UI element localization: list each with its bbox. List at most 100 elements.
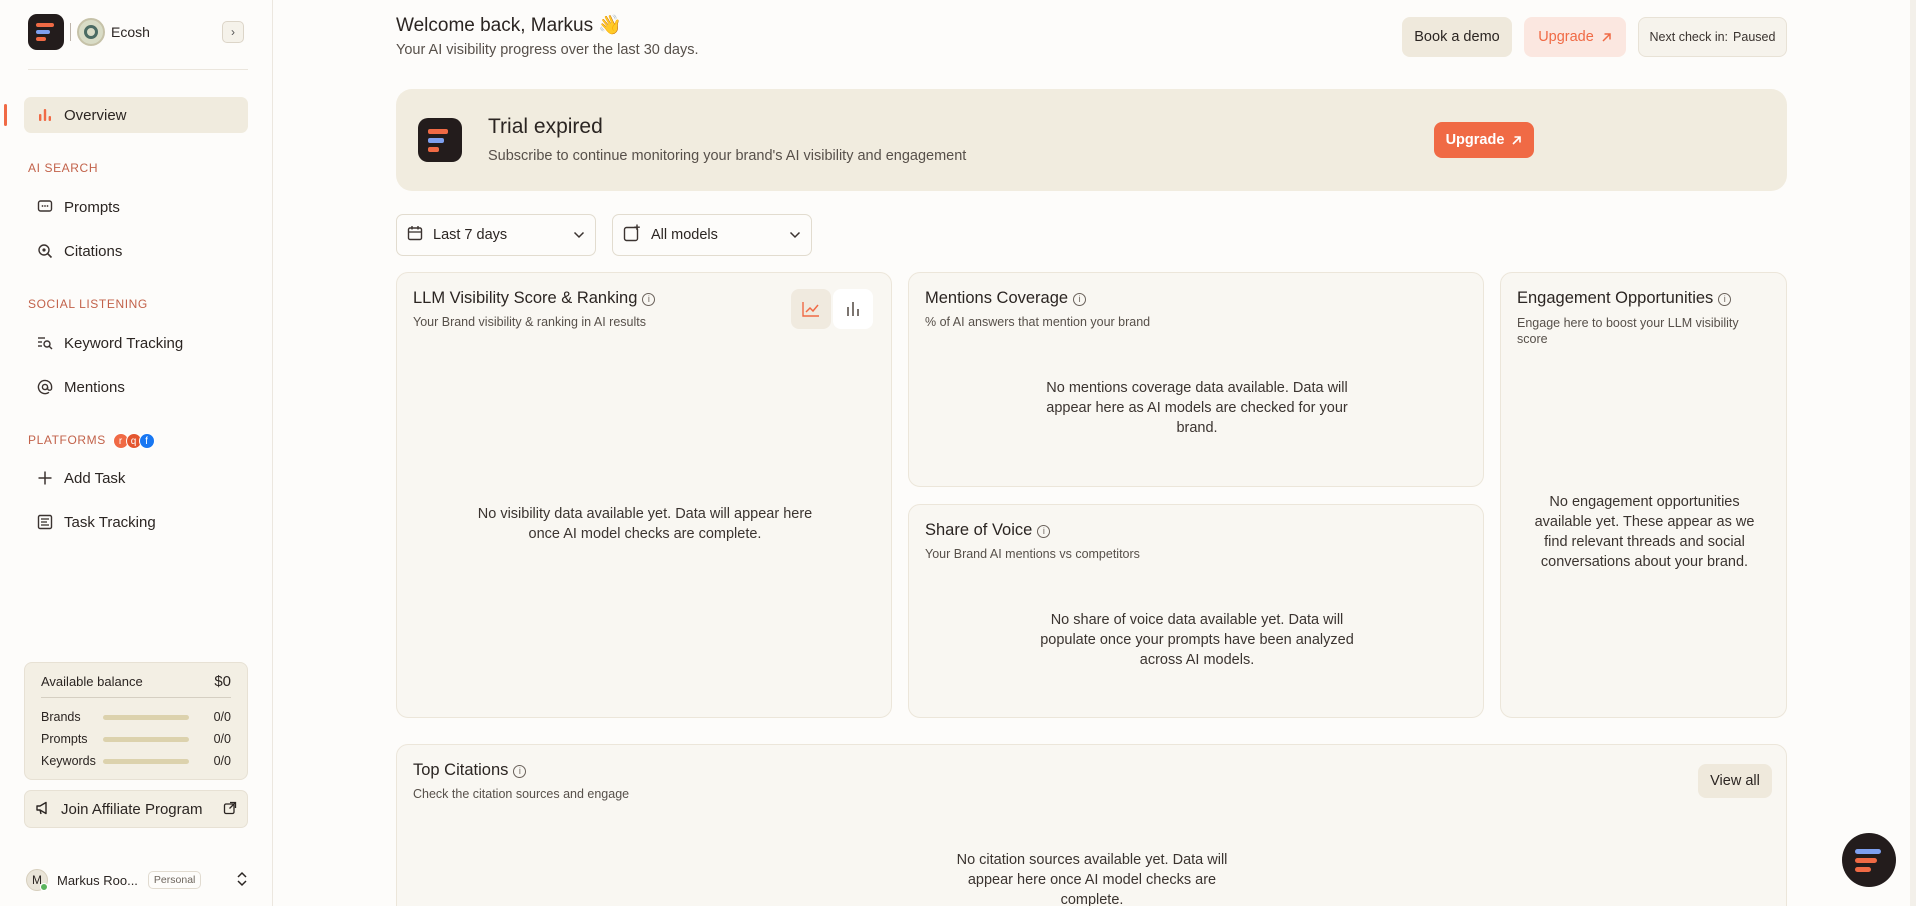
affiliate-label: Join Affiliate Program bbox=[61, 800, 203, 818]
arrow-up-right-icon bbox=[1511, 135, 1522, 146]
sidebar-item-keyword-tracking[interactable]: Keyword Tracking bbox=[24, 325, 248, 361]
add-model-icon bbox=[623, 224, 641, 246]
trial-title: Trial expired bbox=[488, 115, 603, 138]
usage-value: 0/0 bbox=[213, 754, 231, 768]
balance-amount: $0 bbox=[214, 673, 231, 690]
message-square-icon bbox=[36, 198, 54, 216]
usage-row-keywords: Keywords 0/0 bbox=[41, 750, 231, 772]
section-label-ai-search: AI SEARCH bbox=[28, 161, 99, 175]
card-title: Engagement Opportunities i bbox=[1517, 289, 1732, 308]
divider bbox=[70, 23, 71, 41]
sidebar-item-overview[interactable]: Overview bbox=[24, 97, 248, 133]
view-all-button[interactable]: View all bbox=[1698, 764, 1772, 798]
main-content: Welcome back, Markus 👋 Your AI visibilit… bbox=[274, 0, 1916, 906]
platforms-label: PLATFORMS bbox=[28, 433, 106, 448]
info-icon[interactable]: i bbox=[1073, 292, 1087, 306]
active-indicator bbox=[4, 104, 7, 126]
mentions-coverage-card: Mentions Coverage i % of AI answers that … bbox=[908, 272, 1484, 487]
sidebar-item-label: Prompts bbox=[64, 198, 120, 216]
section-label-social-listening: SOCIAL LISTENING bbox=[28, 297, 148, 311]
sidebar-item-label: Task Tracking bbox=[64, 513, 156, 531]
join-affiliate-button[interactable]: Join Affiliate Program bbox=[24, 790, 248, 828]
card-title-text: Mentions Coverage bbox=[925, 289, 1069, 307]
plus-icon bbox=[36, 469, 54, 487]
card-subtitle: Your Brand AI mentions vs competitors bbox=[925, 547, 1140, 561]
trial-upgrade-button[interactable]: Upgrade bbox=[1434, 122, 1534, 158]
arrow-up-right-icon bbox=[1601, 32, 1612, 43]
empty-state: No citation sources available yet. Data … bbox=[956, 852, 1228, 906]
page-subtitle: Your AI visibility progress over the las… bbox=[396, 42, 699, 58]
card-title: Share of Voice i bbox=[925, 521, 1051, 540]
models-value: All models bbox=[651, 227, 718, 243]
sidebar-item-prompts[interactable]: Prompts bbox=[24, 189, 248, 225]
engagement-opportunities-card: Engagement Opportunities i Engage here to… bbox=[1500, 272, 1787, 718]
card-title-text: LLM Visibility Score & Ranking bbox=[413, 289, 638, 307]
search-citation-icon bbox=[36, 242, 54, 260]
balance-panel: Available balance $0 Brands 0/0 Prompts … bbox=[24, 662, 248, 780]
chevron-down-icon bbox=[573, 228, 585, 242]
info-icon[interactable]: i bbox=[1037, 524, 1051, 538]
trial-expired-banner: Trial expired Subscribe to continue moni… bbox=[396, 89, 1787, 191]
sidebar-item-label: Mentions bbox=[64, 378, 125, 396]
visibility-score-card: LLM Visibility Score & Ranking i Your Bra… bbox=[396, 272, 892, 718]
upgrade-button[interactable]: Upgrade bbox=[1524, 17, 1626, 57]
section-label-platforms: PLATFORMS r q f bbox=[28, 433, 155, 449]
next-check-label: Next check in: bbox=[1649, 30, 1729, 44]
sidebar-item-label: Keyword Tracking bbox=[64, 334, 184, 352]
info-icon[interactable]: i bbox=[513, 764, 527, 778]
top-citations-card: Top Citations i Check the citation source… bbox=[396, 744, 1787, 906]
next-check-value: Paused bbox=[1733, 30, 1776, 44]
empty-state: No engagement opportunities available ye… bbox=[1534, 494, 1755, 570]
chevron-down-icon bbox=[789, 228, 801, 242]
scrollbar[interactable] bbox=[1910, 0, 1916, 906]
line-chart-icon[interactable] bbox=[791, 289, 831, 329]
card-title: Top Citations i bbox=[413, 761, 527, 780]
app-logo bbox=[418, 118, 462, 162]
page-title: Welcome back, Markus 👋 bbox=[396, 15, 623, 36]
trial-subtitle: Subscribe to continue monitoring your br… bbox=[488, 148, 967, 164]
usage-label: Keywords bbox=[41, 754, 96, 768]
collapse-sidebar-button[interactable]: › bbox=[222, 21, 244, 43]
book-demo-button[interactable]: Book a demo bbox=[1402, 17, 1512, 57]
avatar: M bbox=[26, 869, 48, 891]
platform-icons: r q f bbox=[112, 433, 155, 449]
external-link-icon bbox=[223, 801, 237, 818]
info-icon[interactable]: i bbox=[642, 292, 656, 306]
card-title: Mentions Coverage i bbox=[925, 289, 1087, 308]
chat-launcher-button[interactable] bbox=[1842, 833, 1896, 887]
sidebar-item-citations[interactable]: Citations bbox=[24, 233, 248, 269]
facebook-icon: f bbox=[138, 433, 155, 449]
usage-value: 0/0 bbox=[213, 732, 231, 746]
usage-label: Brands bbox=[41, 710, 81, 724]
info-icon[interactable]: i bbox=[1718, 292, 1732, 306]
usage-bar bbox=[103, 714, 189, 720]
upgrade-label: Upgrade bbox=[1445, 132, 1505, 148]
brand-avatar[interactable] bbox=[77, 18, 105, 46]
card-subtitle: Engage here to boost your LLM visibility… bbox=[1517, 316, 1739, 346]
app-logo[interactable] bbox=[28, 14, 64, 50]
brand-name[interactable]: Ecosh bbox=[111, 24, 150, 40]
plan-badge: Personal bbox=[147, 871, 202, 889]
user-name: Markus Roo... bbox=[57, 872, 138, 888]
at-sign-icon bbox=[36, 378, 54, 396]
chevrons-up-down-icon bbox=[236, 871, 248, 890]
keyword-search-icon bbox=[36, 334, 54, 352]
card-title-text: Share of Voice bbox=[925, 521, 1033, 539]
divider bbox=[28, 69, 248, 70]
usage-bar bbox=[103, 736, 189, 742]
next-check-status: Next check in: Paused bbox=[1638, 17, 1787, 57]
card-title-text: Top Citations bbox=[413, 761, 509, 779]
sidebar-item-add-task[interactable]: Add Task bbox=[24, 460, 248, 496]
date-range-select[interactable]: Last 7 days bbox=[396, 214, 596, 256]
models-select[interactable]: All models bbox=[612, 214, 812, 256]
sidebar: Ecosh › Overview AI SEARCH Prompts Citat… bbox=[0, 0, 273, 906]
sidebar-item-task-tracking[interactable]: Task Tracking bbox=[24, 504, 248, 540]
balance-label: Available balance bbox=[41, 674, 143, 689]
date-range-value: Last 7 days bbox=[433, 227, 508, 243]
chevron-right-icon: › bbox=[231, 25, 235, 39]
sidebar-item-mentions[interactable]: Mentions bbox=[24, 369, 248, 405]
bar-chart-icon[interactable] bbox=[833, 289, 873, 329]
usage-bar bbox=[103, 758, 189, 764]
user-menu[interactable]: M Markus Roo... Personal bbox=[26, 867, 248, 893]
upgrade-label: Upgrade bbox=[1538, 29, 1594, 45]
